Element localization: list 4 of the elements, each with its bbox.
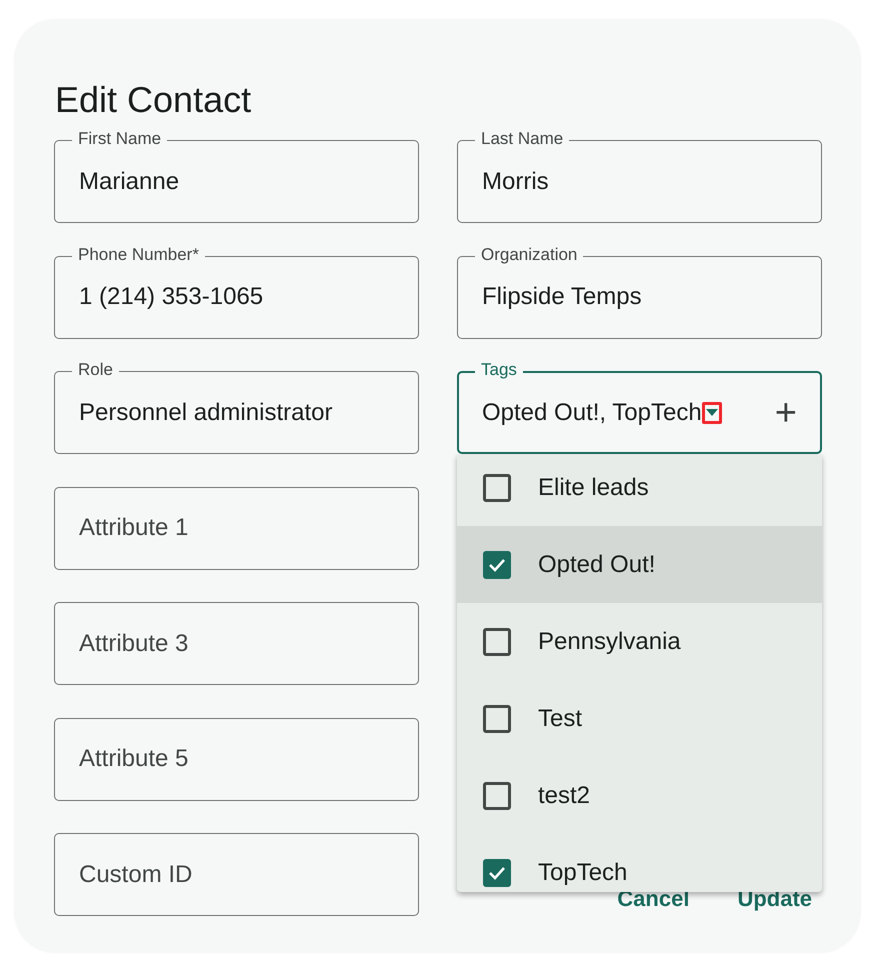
field-label: Tags [475, 360, 523, 380]
field-value: Opted Out!, TopTech [482, 398, 702, 426]
field-label: Organization [475, 244, 584, 264]
dialog-title: Edit Contact [55, 78, 252, 122]
